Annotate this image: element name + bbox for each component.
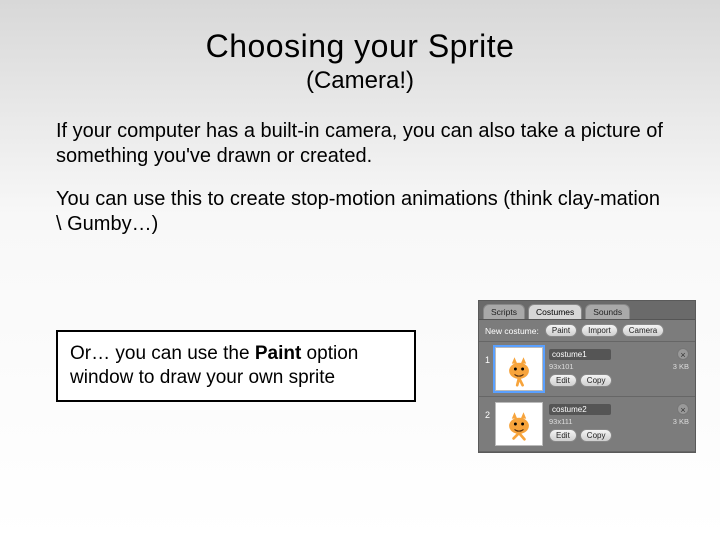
tab-bar: Scripts Costumes Sounds [479, 301, 695, 320]
new-costume-row: New costume: Paint Import Camera [479, 320, 695, 342]
cat-icon [501, 351, 537, 387]
import-button[interactable]: Import [581, 324, 618, 337]
copy-button[interactable]: Copy [580, 374, 613, 387]
tab-costumes[interactable]: Costumes [528, 304, 582, 319]
delete-costume-button[interactable]: × [677, 403, 689, 415]
costume-dims: 93x101 [549, 362, 574, 371]
costume-dims: 93x111 [549, 417, 573, 426]
costumes-panel: Scripts Costumes Sounds New costume: Pai… [478, 300, 696, 453]
paragraph-1: If your computer has a built-in camera, … [56, 119, 664, 169]
edit-button[interactable]: Edit [549, 429, 577, 442]
tab-scripts[interactable]: Scripts [483, 304, 525, 319]
edit-button[interactable]: Edit [549, 374, 577, 387]
cat-icon [501, 406, 537, 442]
paint-button[interactable]: Paint [545, 324, 577, 337]
costume-index: 1 [485, 347, 495, 365]
costume-item: 2 costume2 93x111 3 KB Edit Copy × [479, 397, 695, 452]
callout-pre: Or… you can use the [70, 343, 255, 364]
copy-button[interactable]: Copy [580, 429, 613, 442]
callout-paint: Or… you can use the Paint option window … [56, 330, 416, 402]
body-text: If your computer has a built-in camera, … [56, 119, 664, 237]
costume-thumbnail[interactable] [495, 402, 543, 446]
slide-title: Choosing your Sprite [0, 0, 720, 65]
new-costume-label: New costume: [485, 326, 539, 336]
costume-name[interactable]: costume1 [549, 349, 611, 360]
slide-subtitle: (Camera!) [0, 67, 720, 95]
costume-size: 3 KB [673, 417, 689, 426]
callout-bold: Paint [255, 343, 301, 364]
costume-item: 1 costume1 93x101 3 KB Edit Copy × [479, 342, 695, 397]
costume-thumbnail[interactable] [495, 347, 543, 391]
costume-meta: costume1 93x101 3 KB Edit Copy [549, 347, 689, 387]
costume-size: 3 KB [673, 362, 689, 371]
tab-sounds[interactable]: Sounds [585, 304, 630, 319]
paragraph-2: You can use this to create stop-motion a… [56, 187, 664, 237]
costume-index: 2 [485, 402, 495, 420]
costume-name[interactable]: costume2 [549, 404, 611, 415]
camera-button[interactable]: Camera [622, 324, 664, 337]
costume-meta: costume2 93x111 3 KB Edit Copy [549, 402, 689, 442]
delete-costume-button[interactable]: × [677, 348, 689, 360]
